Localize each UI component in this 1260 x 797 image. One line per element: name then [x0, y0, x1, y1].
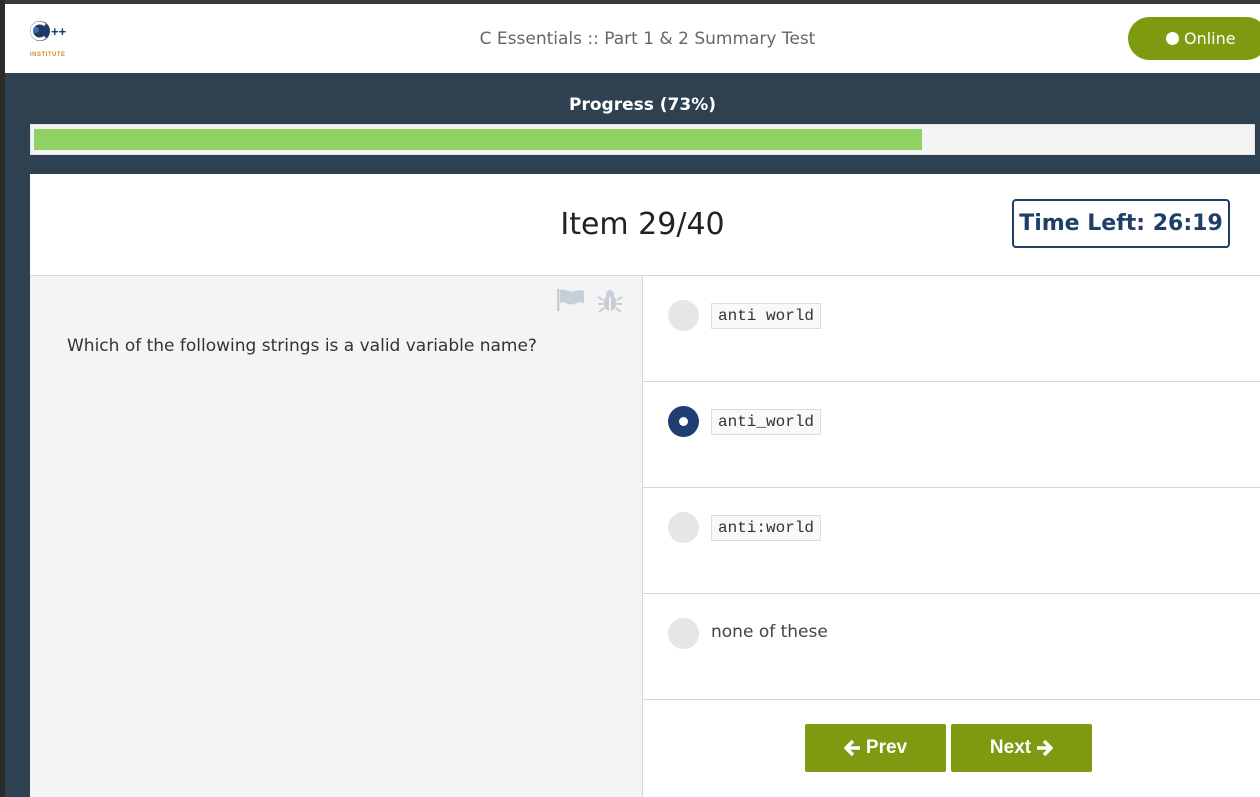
- app-header: ++ INSTITUTE C Essentials :: Part 1 & 2 …: [5, 4, 1260, 73]
- status-dot-icon: [1166, 32, 1179, 45]
- window-left-border: [0, 0, 5, 797]
- prev-label: Prev: [865, 737, 908, 758]
- progress-label: Progress (73%): [569, 95, 716, 115]
- radio-button[interactable]: [668, 300, 699, 331]
- logo-caption: INSTITUTE: [30, 52, 66, 58]
- next-label: Next: [989, 737, 1032, 758]
- arrow-right-icon: [1035, 739, 1053, 757]
- answer-code-label: anti_world: [711, 409, 822, 435]
- answer-option-4[interactable]: none of these: [643, 594, 1260, 700]
- question-text: Which of the following strings is a vali…: [67, 336, 537, 356]
- answer-code-label: anti world: [711, 303, 822, 329]
- flag-icon[interactable]: [557, 288, 585, 317]
- answer-code-label: anti:world: [711, 515, 822, 541]
- next-button[interactable]: Next: [951, 724, 1092, 772]
- question-panel: Item 29/40 Time Left: 26:19 Which of the…: [30, 174, 1260, 797]
- time-left-box: Time Left: 26:19: [1012, 199, 1230, 248]
- radio-button[interactable]: [668, 512, 699, 543]
- online-status-button[interactable]: Online: [1128, 17, 1260, 60]
- answer-option-3[interactable]: anti:world: [643, 488, 1260, 594]
- answer-option-1[interactable]: anti world: [643, 276, 1260, 382]
- radio-button[interactable]: [668, 618, 699, 649]
- radio-button-selected[interactable]: [668, 406, 699, 437]
- prev-button[interactable]: Prev: [805, 724, 946, 772]
- arrow-left-icon: [844, 739, 862, 757]
- online-label: Online: [1184, 29, 1236, 48]
- progress-bar: [30, 124, 1255, 155]
- answer-text-label: none of these: [711, 622, 828, 642]
- bug-icon[interactable]: [597, 288, 623, 319]
- item-header: Item 29/40 Time Left: 26:19: [30, 174, 1260, 276]
- question-pane: Which of the following strings is a vali…: [30, 276, 643, 797]
- test-title: C Essentials :: Part 1 & 2 Summary Test: [479, 29, 816, 49]
- answers-list: anti world anti_world anti:world none of…: [643, 276, 1260, 797]
- answer-option-2[interactable]: anti_world: [643, 382, 1260, 488]
- progress-bar-fill: [34, 129, 922, 150]
